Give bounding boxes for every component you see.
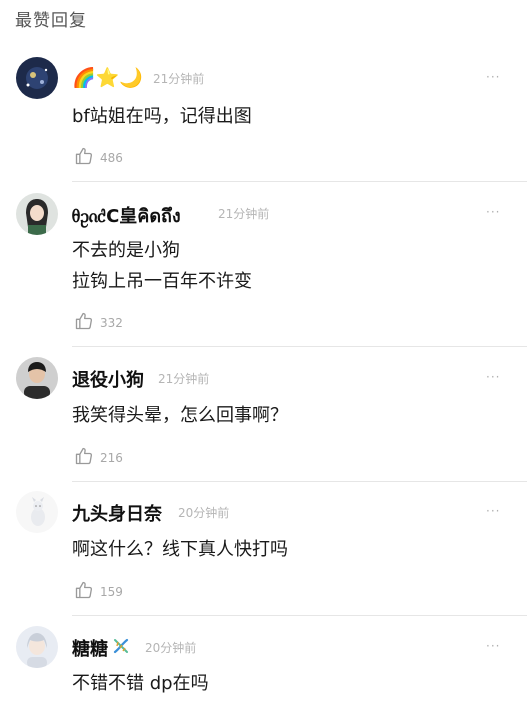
username[interactable]: ᦲᦳᦵᦺC皇คิดถึง [72,201,181,230]
username-text: 糖糖 [72,639,108,660]
dna-emoji-icon [112,637,130,660]
username[interactable]: 糖糖 [72,635,130,661]
avatar[interactable] [16,193,58,235]
comment-text-line: 不错不错 dp在吗 [72,673,209,694]
comment-text-line: 我笑得头晕，怎么回事啊？ [72,405,288,426]
comment-time: 20分钟前 [178,506,230,520]
divider [72,481,527,482]
like-count: 216 [100,451,123,465]
comment-time: 21分钟前 [158,372,210,386]
avatar[interactable] [16,357,58,399]
like-button[interactable]: 216 [74,446,123,470]
avatar[interactable] [16,491,58,533]
like-count: 486 [100,151,123,165]
comment-text-line: 啊这什么？线下真人快打吗 [72,539,288,560]
section-title: 最赞回复 [15,11,87,31]
more-options-icon[interactable]: ··· [486,639,500,653]
comment-text-line: bf站姐在吗，记得出图 [72,106,252,127]
like-count: 332 [100,316,123,330]
username[interactable]: 退役小狗 [72,366,144,392]
thumbs-up-icon [74,146,94,170]
like-button[interactable]: 332 [74,311,123,335]
avatar[interactable] [16,626,58,668]
like-button[interactable]: 159 [74,580,123,604]
username[interactable]: 九头身日奈 [72,500,162,526]
more-options-icon[interactable]: ··· [486,70,500,84]
avatar[interactable] [16,57,58,99]
divider [72,346,527,347]
thumbs-up-icon [74,446,94,470]
like-count: 159 [100,585,123,599]
divider [72,181,527,182]
more-options-icon[interactable]: ··· [486,504,500,518]
username[interactable]: 🌈⭐🌙 [72,66,143,89]
comment-time: 20分钟前 [145,641,197,655]
thumbs-up-icon [74,580,94,604]
more-options-icon[interactable]: ··· [486,370,500,384]
comment-time: 21分钟前 [218,207,270,221]
comment-text-line: 拉钩上吊一百年不许变 [72,271,252,292]
like-button[interactable]: 486 [74,146,123,170]
more-options-icon[interactable]: ··· [486,205,500,219]
comment-time: 21分钟前 [153,72,205,86]
comment-text-line: 不去的是小狗 [72,240,180,261]
thumbs-up-icon [74,311,94,335]
divider [72,615,527,616]
